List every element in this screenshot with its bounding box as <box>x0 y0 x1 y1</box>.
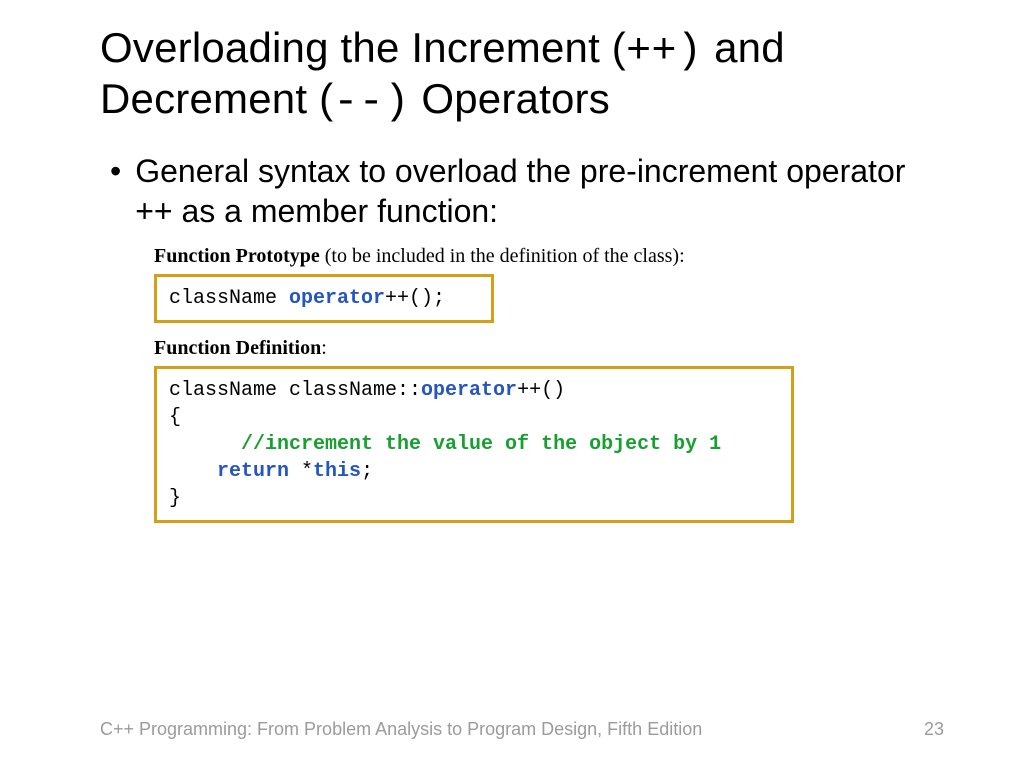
title-mono2: --) <box>333 78 409 126</box>
code-text: * <box>289 460 313 483</box>
code-indent <box>169 433 241 456</box>
code-text: ; <box>361 460 373 483</box>
prototype-codebox: className operator++(); <box>154 274 494 323</box>
code-text: ++(); <box>385 287 445 310</box>
title-mono1: ++) <box>626 27 702 75</box>
bullet-item: • General syntax to overload the pre-inc… <box>100 151 944 231</box>
footer-source: C++ Programming: From Problem Analysis t… <box>100 719 702 740</box>
bullet-list: • General syntax to overload the pre-inc… <box>100 151 944 231</box>
title-part1: Overloading the Increment ( <box>100 24 626 71</box>
code-text: className <box>169 287 289 310</box>
code-text: ++() <box>517 379 565 402</box>
code-text: { <box>169 406 181 429</box>
definition-codebox: className className::operator++() { //in… <box>154 366 794 523</box>
slide-footer: C++ Programming: From Problem Analysis t… <box>100 719 944 740</box>
code-text: } <box>169 487 181 510</box>
bullet-dot-icon: • <box>110 151 121 191</box>
code-keyword: operator <box>289 287 385 310</box>
slide: Overloading the Increment (++) and Decre… <box>0 0 1024 768</box>
code-keyword: operator <box>421 379 517 402</box>
definition-label-rest: : <box>321 337 327 359</box>
code-text: className className:: <box>169 379 421 402</box>
title-part3: Operators <box>409 75 609 122</box>
prototype-label-bold: Function Prototype <box>154 245 320 267</box>
bullet-text: General syntax to overload the pre-incre… <box>135 151 944 231</box>
code-keyword: this <box>313 460 361 483</box>
prototype-label: Function Prototype (to be included in th… <box>154 245 944 268</box>
page-number: 23 <box>924 719 944 740</box>
prototype-label-rest: (to be included in the definition of the… <box>320 245 685 267</box>
definition-label: Function Definition: <box>154 337 944 360</box>
definition-section: Function Definition: className className… <box>154 337 944 523</box>
definition-label-bold: Function Definition <box>154 337 321 359</box>
slide-title: Overloading the Increment (++) and Decre… <box>100 24 944 127</box>
code-indent <box>169 460 217 483</box>
prototype-section: Function Prototype (to be included in th… <box>154 245 944 323</box>
code-comment: //increment the value of the object by 1 <box>241 433 721 456</box>
code-keyword: return <box>217 460 289 483</box>
